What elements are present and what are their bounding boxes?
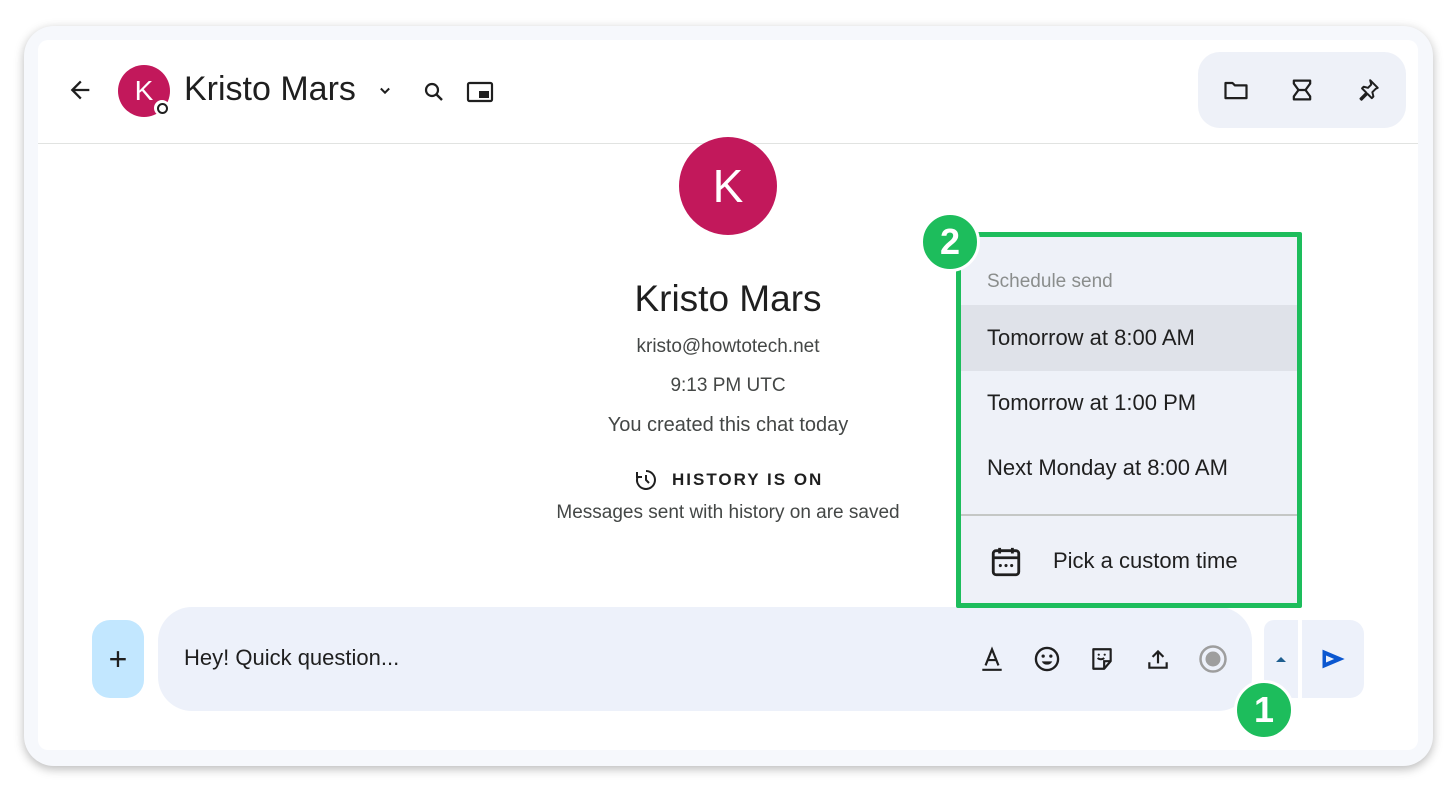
history-label: HISTORY IS ON (672, 470, 824, 489)
record-icon (1199, 645, 1227, 673)
contact-avatar-large: K (679, 137, 777, 235)
menu-divider (961, 514, 1297, 516)
step-badge-2: 2 (920, 212, 980, 272)
schedule-option-custom-time[interactable]: Pick a custom time (961, 529, 1297, 593)
schedule-option-tomorrow-8am[interactable]: Tomorrow at 8:00 AM (961, 305, 1297, 371)
upload-icon (1148, 649, 1168, 669)
step-badge-1: 1 (1234, 680, 1294, 740)
chat-header: K Kristo Mars (38, 40, 1418, 144)
tasks-icon (1292, 79, 1312, 101)
schedule-send-menu: Schedule send Tomorrow at 8:00 AM Tomorr… (956, 232, 1302, 608)
files-button[interactable] (1218, 70, 1254, 110)
back-arrow-icon (70, 80, 90, 100)
format-button[interactable] (974, 641, 1010, 677)
caret-up-icon (1276, 657, 1286, 662)
history-icon (636, 470, 656, 490)
back-button[interactable] (60, 70, 100, 110)
emoji-icon (1034, 646, 1060, 672)
contact-menu-button[interactable] (372, 78, 398, 104)
pin-icon (1359, 79, 1379, 101)
emoji-button[interactable] (1029, 641, 1065, 677)
tasks-button[interactable] (1284, 70, 1320, 110)
contact-name-title[interactable]: Kristo Mars (184, 70, 356, 109)
presence-indicator (154, 100, 170, 116)
search-icon (424, 82, 443, 101)
intro-contact-name: Kristo Mars (634, 278, 822, 319)
record-button[interactable] (1195, 641, 1231, 677)
chat-created-note: You created this chat today (607, 414, 849, 436)
search-button[interactable] (418, 76, 450, 108)
intro-local-time: 9:13 PM UTC (670, 375, 786, 396)
sticker-button[interactable] (1084, 641, 1120, 677)
message-input[interactable]: Hey! Quick question... (184, 645, 399, 671)
send-icon (1322, 649, 1345, 669)
sticker-icon (1092, 648, 1112, 670)
message-composer: Hey! Quick question... (158, 607, 1252, 711)
folder-icon (1224, 81, 1248, 100)
chat-window: K Kristo Mars K Kristo Mars kristo@howto… (38, 40, 1418, 750)
history-note: Messages sent with history on are saved (556, 502, 900, 523)
schedule-option-next-monday[interactable]: Next Monday at 8:00 AM (961, 435, 1297, 501)
schedule-menu-title: Schedule send (987, 271, 1113, 292)
pin-button[interactable] (1350, 70, 1386, 110)
add-attachment-button[interactable]: + (92, 620, 144, 698)
send-button[interactable] (1302, 620, 1364, 698)
intro-contact-email: kristo@howtotech.net (636, 336, 820, 357)
picture-in-picture-icon (466, 81, 494, 103)
upload-button[interactable] (1140, 641, 1176, 677)
format-text-icon (982, 646, 1002, 671)
open-in-popup-button[interactable] (462, 76, 498, 108)
schedule-option-tomorrow-1pm[interactable]: Tomorrow at 1:00 PM (961, 370, 1297, 436)
chevron-down-icon (380, 87, 390, 95)
history-status: HISTORY IS ON (634, 468, 823, 492)
